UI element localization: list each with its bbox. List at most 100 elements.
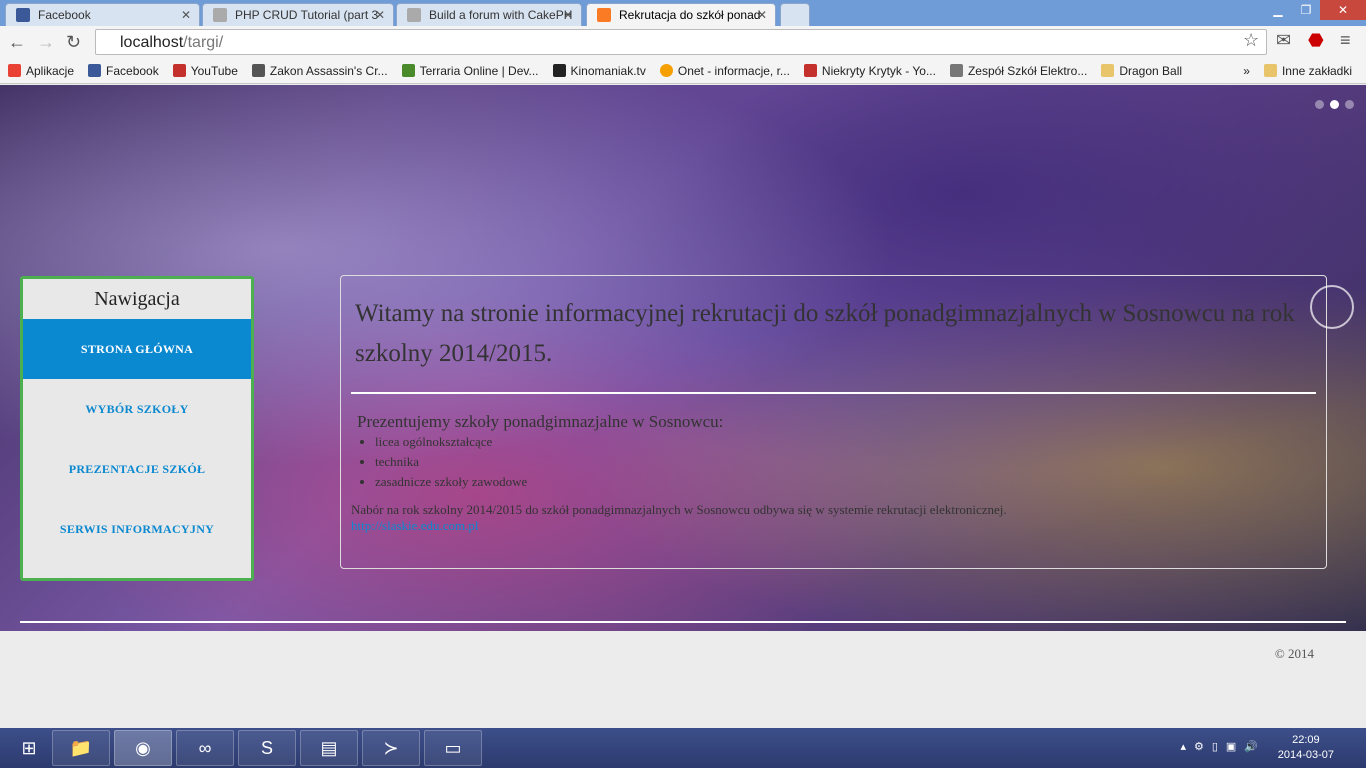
bookmark-onet[interactable]: Onet - informacje, r... [659,63,790,78]
carousel-dot[interactable] [1315,100,1324,109]
list-item: technika [375,452,1316,472]
carousel-next-button[interactable] [1310,285,1354,329]
cakephp-icon [213,8,227,22]
sublime-text-icon[interactable]: ▤ [300,730,358,766]
bookmark-label: Dragon Ball [1119,63,1183,78]
close-tab-icon[interactable]: ✕ [757,8,767,22]
content-panel: Witamy na stronie informacyjnej rekrutac… [340,275,1327,569]
youtube-icon [803,64,817,77]
divider [351,392,1316,394]
bookmarks-bar: Aplikacje Facebook YouTube Zakon Assassi… [0,58,1366,84]
bookmark-dragonball[interactable]: Dragon Ball [1101,64,1182,78]
tab-facebook[interactable]: Facebook ✕ [5,3,200,26]
browser-toolbar: ← → ↻ localhost/targi/ ☆ ✉ ⬣ ≡ [0,26,1366,58]
assassin-icon [251,64,265,77]
bookmark-niekryty[interactable]: Niekryty Krytyk - Yo... [803,64,936,78]
youtube-icon [172,64,186,77]
nav-item-school-choice[interactable]: WYBÓR SZKOŁY [23,379,251,439]
facebook-icon [16,8,30,22]
onet-icon [659,64,673,77]
nav-item-info-service[interactable]: SERWIS INFORMACYJNY [23,499,251,559]
nav-item-home[interactable]: STRONA GŁÓWNA [23,319,251,379]
close-window-button[interactable]: ✕ [1320,0,1366,20]
tab-title: Build a forum with CakePH [429,8,573,22]
tree-icon [401,64,415,77]
tab-title: PHP CRUD Tutorial (part 3 [235,8,379,22]
url-host: localhost [120,34,184,51]
visual-studio-icon[interactable]: ∞ [176,730,234,766]
school-icon [949,64,963,77]
reload-icon[interactable]: ↻ [66,32,81,53]
tab-php-crud[interactable]: PHP CRUD Tutorial (part 3 ✕ [202,3,394,26]
tab-title: Rekrutacja do szkół ponad [619,8,761,22]
nav-item-school-presentations[interactable]: PREZENTACJE SZKÓŁ [23,439,251,499]
url-path: /targi/ [183,34,224,51]
folder-icon [1263,64,1277,77]
explorer-icon[interactable]: 📁 [52,730,110,766]
close-tab-icon[interactable]: ✕ [563,8,573,22]
image-viewer-icon[interactable]: ▭ [424,730,482,766]
bookmark-label: Aplikacje [26,63,75,78]
mail-icon[interactable]: ✉ [1276,30,1291,51]
bookmark-label: Inne zakładki [1281,63,1352,78]
powershell-icon[interactable]: ≻ [362,730,420,766]
list-item: zasadnicze szkoły zawodowe [375,472,1316,492]
more-label: » [1243,63,1250,78]
tab-strip: Facebook ✕ PHP CRUD Tutorial (part 3 ✕ Bui… [0,0,1366,26]
address-bar[interactable]: localhost/targi/ [95,29,1267,55]
star-icon[interactable]: ☆ [1243,30,1259,51]
subheading: Prezentujemy szkoły ponadgimnazjalne w S… [357,412,724,431]
date: 2014-03-07 [1277,749,1334,761]
apps-icon [8,64,21,77]
clock[interactable]: 22:09 2014-03-07 [1278,733,1334,763]
recruitment-link[interactable]: http://slaskie.edu.com.pl [351,518,478,533]
time: 22:09 [1292,734,1320,746]
bookmark-zakon[interactable]: Zakon Assassin's Cr... [251,63,388,78]
tab-rekrutacja[interactable]: Rekrutacja do szkół ponad ✕ [586,3,776,26]
bookmark-facebook[interactable]: Facebook [88,64,159,78]
skype-icon[interactable]: S [238,730,296,766]
forward-icon[interactable]: → [37,32,55,53]
navigation-panel: Nawigacja STRONA GŁÓWNA WYBÓR SZKOŁY PRE… [20,276,254,581]
folder-icon [1101,64,1115,77]
school-types-list: licea ogólnokształcące technika zasadnic… [351,432,1316,492]
copyright: © 2014 [1274,646,1314,661]
footer-divider [20,621,1346,623]
cakephp-icon [407,8,421,22]
navigation-title: Nawigacja [94,288,180,310]
bookmark-terraria[interactable]: Terraria Online | Dev... [401,63,539,78]
xampp-icon [597,8,611,22]
kinomaniak-icon [552,64,566,77]
close-tab-icon[interactable]: ✕ [181,8,191,22]
start-button[interactable]: ⊞ [0,730,58,766]
info-text: Nabór na rok szkolny 2014/2015 do szkół … [351,502,1007,517]
menu-icon[interactable]: ≡ [1340,30,1351,51]
bookmark-label: Zakon Assassin's Cr... [269,63,388,78]
bookmark-aplikacje[interactable]: Aplikacje [8,64,74,78]
tab-cakephp-forum[interactable]: Build a forum with CakePH ✕ [396,3,582,26]
bookmark-label: Kinomaniak.tv [570,63,646,78]
bookmark-zespol[interactable]: Zespół Szkół Elektro... [949,64,1087,78]
close-tab-icon[interactable]: ✕ [375,8,385,22]
bookmark-label: Terraria Online | Dev... [419,63,539,78]
back-icon[interactable]: ← [8,32,26,53]
other-bookmarks[interactable]: Inne zakładki [1263,63,1352,78]
bookmark-kinomaniak[interactable]: Kinomaniak.tv [552,63,646,78]
chrome-icon[interactable]: ◉ [114,730,172,766]
system-tray[interactable]: ▴⚙▯▣🔊 [1180,740,1266,753]
carousel-indicators [1315,100,1354,109]
carousel-dot-active[interactable] [1330,100,1339,109]
carousel-dot[interactable] [1345,100,1354,109]
adblock-icon[interactable]: ⬣ [1308,30,1324,51]
taskbar: ⊞ 📁 ◉ ∞ S ▤ ≻ ▭ ▴⚙▯▣🔊 22:09 2014-03-07 [0,728,1366,768]
bookmark-label: Onet - informacje, r... [677,63,790,78]
bookmark-label: YouTube [190,63,238,78]
tab-title: Facebook [38,8,91,22]
bookmark-youtube[interactable]: YouTube [172,63,238,78]
page-heading: Witamy na stronie informacyjnej rekrutac… [355,300,1295,367]
maximize-button[interactable]: ❐ [1292,0,1320,20]
minimize-button[interactable]: ▁ [1264,0,1292,20]
new-tab-button[interactable] [780,3,810,26]
facebook-icon [88,64,102,77]
more-bookmarks-button[interactable]: » [1243,64,1250,78]
